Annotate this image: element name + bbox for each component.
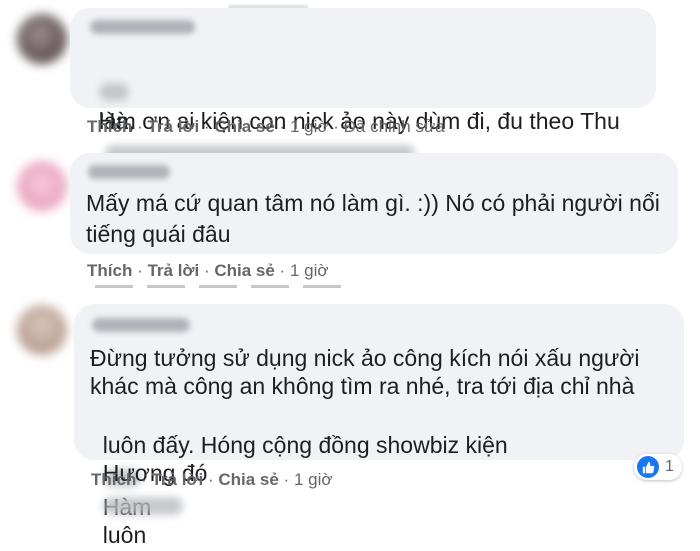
reply-link[interactable]: Trả lời [151,470,203,489]
reply-link[interactable]: Trả lời [147,117,199,136]
blurred-mention [102,496,183,515]
commenter-name[interactable] [90,20,195,34]
reaction-badge[interactable]: 1 [634,454,682,480]
comment-actions: Thích · Trả lời · Chia sẻ · 1 giờ [87,261,329,280]
comment-text-line: tiếng quái đâu [86,221,231,247]
comment-actions: Thích · Trả lời · Chia sẻ · 1 giờ · Đã c… [87,117,445,136]
reply-link[interactable]: Trả lời [147,261,199,280]
commenter-name[interactable] [92,318,190,332]
comment-text-line: luôn [102,522,147,548]
comment-text-line: Mấy má cứ quan tâm nó làm gì. :)) Nó có … [86,190,660,216]
like-reaction-icon [637,456,659,478]
share-link[interactable]: Chia sẻ [218,470,278,489]
comment-actions: Thích · Trả lời · Chia sẻ · 1 giờ [91,470,333,489]
share-link[interactable]: Chia sẻ [214,117,274,136]
comment-text-line: khác mà công an không tìm ra nhé, tra tớ… [90,373,635,399]
edited-label[interactable]: Đã chỉnh sửa [344,117,445,136]
like-link[interactable]: Thích [87,261,132,280]
avatar[interactable] [17,305,67,355]
commenter-name[interactable] [88,165,170,179]
share-link[interactable]: Chia sẻ [214,261,274,280]
reaction-count: 1 [665,458,674,475]
comment-text-line: Đừng tưởng sử dụng nick ảo công kích nói… [90,345,640,371]
like-link[interactable]: Thích [91,470,136,489]
timestamp[interactable]: 1 giờ [290,261,329,280]
timestamp[interactable]: 1 giờ [290,117,329,136]
thumbs-up-icon [642,461,654,473]
avatar[interactable] [17,14,67,64]
duplicated-actions-artifact [95,283,355,289]
avatar[interactable] [17,161,67,211]
timestamp[interactable]: 1 giờ [294,470,333,489]
like-link[interactable]: Thích [87,117,132,136]
